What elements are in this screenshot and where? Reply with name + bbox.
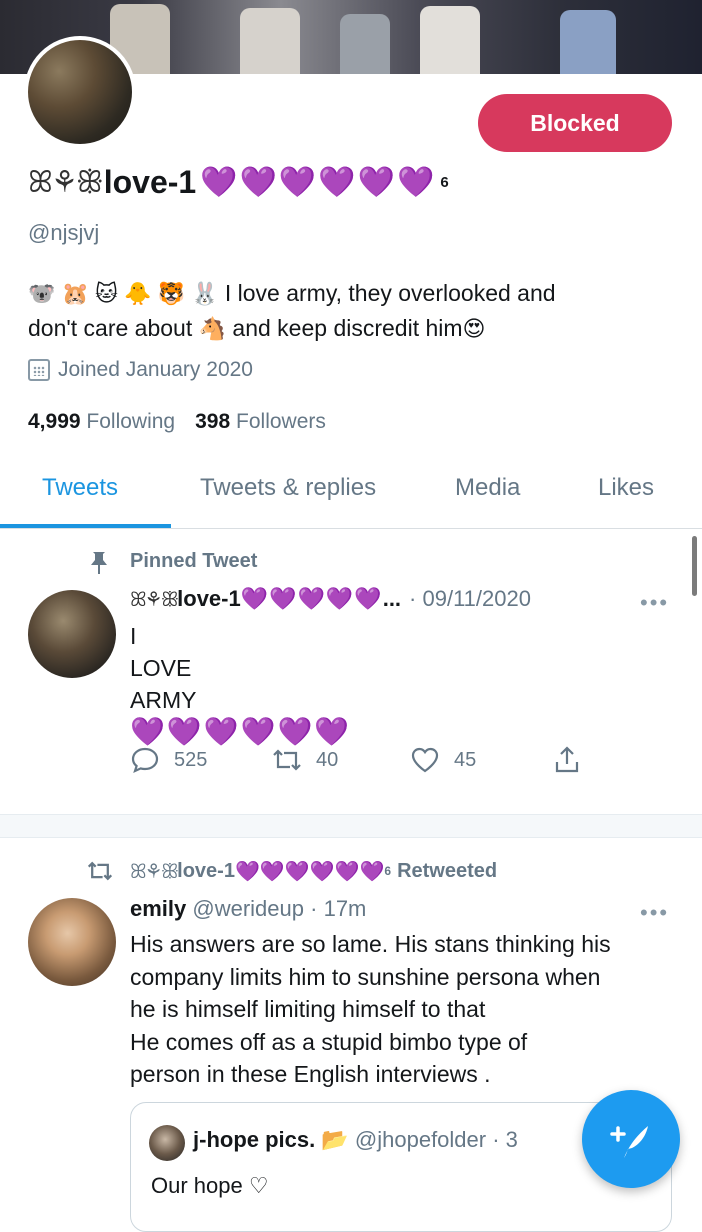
rt-hearts: 💜💜💜💜💜💜 <box>234 860 385 883</box>
retweet-icon <box>87 861 113 881</box>
author-name[interactable]: love-1 <box>177 586 241 612</box>
tweet-line: company limits him to sunshine persona w… <box>130 963 601 990</box>
name-prefix-glyphs: ꕤ⚘ꕥ <box>28 166 104 199</box>
tweet-line: LOVE <box>130 655 192 681</box>
retweet-icon <box>273 749 301 771</box>
scrollbar[interactable] <box>692 536 697 596</box>
like-button[interactable]: 45 <box>410 745 476 775</box>
tweet-line: His answers are so lame. His stans think… <box>130 931 611 957</box>
profile-bio: 🐨 🐹 🐱 🐥 🐯 🐰 I love army, they overlooked… <box>28 276 668 346</box>
display-name: love-1 <box>103 164 197 200</box>
joined-date: Joined January 2020 <box>28 358 253 382</box>
tab-media[interactable]: Media <box>455 474 520 502</box>
more-options-icon[interactable]: ••• <box>640 590 669 616</box>
active-tab-indicator <box>0 524 171 528</box>
tweet-avatar[interactable] <box>28 898 116 986</box>
tab-tweets[interactable]: Tweets <box>42 474 118 502</box>
author-hearts: 💜💜💜💜💜 <box>240 586 383 611</box>
profile-name-row: ꕤ⚘ꕥ love-1 💜💜💜💜💜💜 6 <box>28 164 449 201</box>
more-options-icon[interactable]: ••• <box>640 900 669 926</box>
pin-icon <box>88 551 110 574</box>
reply-count: 525 <box>174 748 208 771</box>
bio-text-1: I love army, they overlooked and <box>224 280 556 306</box>
retweeted-by-row: ꕤ⚘ꕥ love-1 💜💜💜💜💜💜 6 Retweeted <box>84 858 497 884</box>
tweet-time[interactable]: · 17m <box>310 896 366 921</box>
banner-figure <box>240 8 300 74</box>
following-label: Following <box>86 410 176 433</box>
heart-outline-icon <box>411 747 439 773</box>
retweet-button[interactable]: 40 <box>270 745 338 775</box>
tweet-hearts: 💜💜💜💜💜💜 <box>130 716 352 747</box>
tweet-line: I <box>130 623 137 649</box>
following-link[interactable]: 4,999 Following <box>28 410 175 434</box>
rt-prefix-glyphs: ꕤ⚘ꕥ <box>130 860 179 883</box>
tab-tweets-replies[interactable]: Tweets & replies <box>200 474 376 502</box>
blocked-button[interactable]: Blocked <box>478 94 672 152</box>
name-ellipsis: ... <box>382 586 402 611</box>
folder-icon: 📂 <box>321 1127 349 1152</box>
tweet-separator <box>0 814 702 838</box>
rt-name[interactable]: love-1 <box>177 860 235 883</box>
tweet-text: His answers are so lame. His stans think… <box>130 928 685 1091</box>
tweet-line: he is himself limiting himself to that <box>130 996 486 1022</box>
following-count: 4,999 <box>28 410 81 433</box>
reply-icon <box>131 747 159 774</box>
bio-text-2: don't care about <box>28 315 193 341</box>
tweet-line: ARMY <box>130 687 197 713</box>
author-handle[interactable]: @werideup <box>192 896 304 921</box>
profile-handle: @njsjvj <box>28 220 100 245</box>
banner-figure <box>560 10 616 74</box>
name-superscript: 6 <box>440 174 449 191</box>
pinned-label: Pinned Tweet <box>130 550 258 572</box>
quote-author-name: j-hope pics. <box>193 1127 316 1152</box>
bio-emoji-end: 😍 <box>462 316 486 341</box>
reply-button[interactable]: 525 <box>130 745 207 775</box>
followers-label: Followers <box>236 410 326 433</box>
followers-count: 398 <box>195 410 231 433</box>
followers-link[interactable]: 398 Followers <box>195 410 326 434</box>
profile-tabs: Tweets Tweets & replies Media Likes <box>0 458 702 529</box>
banner-figure <box>340 14 390 74</box>
tweet-avatar[interactable] <box>28 590 116 678</box>
share-button[interactable] <box>552 745 582 775</box>
tweet-header: emily @werideup · 17m <box>130 896 366 922</box>
profile-avatar[interactable] <box>24 36 136 148</box>
compose-tweet-button[interactable] <box>582 1090 680 1188</box>
author-prefix-glyphs: ꕤ⚘ꕥ <box>130 588 179 611</box>
rt-superscript: 6 <box>384 864 392 878</box>
like-count: 45 <box>454 748 477 771</box>
quote-avatar <box>149 1125 185 1161</box>
author-name[interactable]: emily <box>130 896 186 921</box>
compose-feather-icon <box>610 1126 648 1158</box>
pinned-label-row: Pinned Tweet <box>88 550 258 574</box>
bio-text-3: and keep discredit him <box>232 315 463 341</box>
calendar-icon <box>28 359 50 381</box>
banner-figure <box>420 6 480 74</box>
retweeted-label: Retweeted <box>397 859 498 882</box>
share-icon <box>555 746 579 773</box>
retweet-count: 40 <box>316 748 339 771</box>
quote-header: j-hope pics. 📂 @jhopefolder · 3 <box>193 1127 518 1153</box>
quote-author-handle: @jhopefolder <box>354 1127 487 1152</box>
joined-text: Joined January 2020 <box>58 358 253 381</box>
quote-time: · 3 <box>492 1127 518 1152</box>
bio-emojis: 🐨 🐹 🐱 🐥 🐯 🐰 <box>28 281 219 306</box>
tweet-line: He comes off as a stupid bimbo type of <box>130 1028 528 1055</box>
tweet-line: person in these English interviews . <box>130 1061 491 1087</box>
tweet-date[interactable]: · 09/11/2020 <box>409 586 531 612</box>
name-hearts: 💜💜💜💜💜💜 <box>200 166 437 199</box>
tweet-header: ꕤ⚘ꕥ love-1 💜💜💜💜💜 ... · 09/11/2020 <box>130 586 531 612</box>
follow-stats: 4,999 Following 398 Followers <box>28 410 326 434</box>
quote-text: Our hope ♡ <box>151 1173 269 1198</box>
tweet-text: I LOVE ARMY 💜💜💜💜💜💜 <box>130 620 351 748</box>
tab-likes[interactable]: Likes <box>598 474 654 502</box>
bio-emoji-horse: 🐴 <box>198 316 227 341</box>
